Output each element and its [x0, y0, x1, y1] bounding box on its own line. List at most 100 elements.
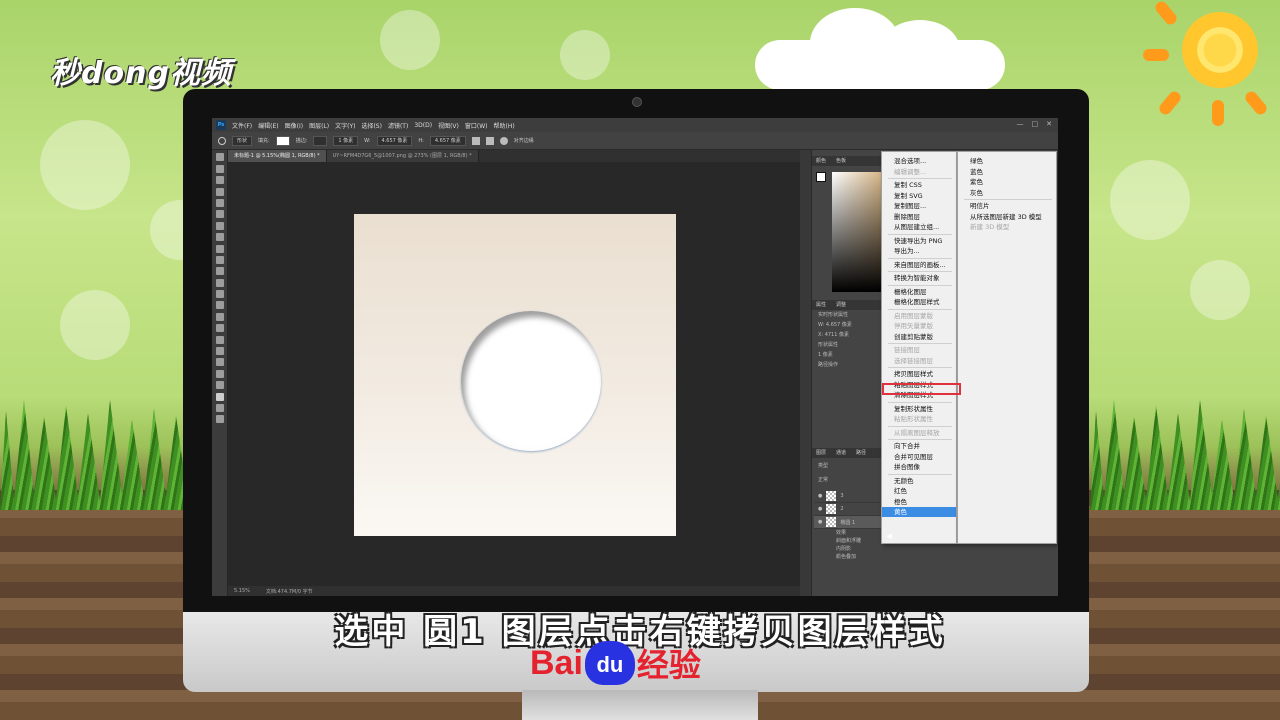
- marquee-tool-icon[interactable]: [215, 164, 224, 173]
- crop-tool-icon[interactable]: [215, 198, 224, 207]
- tab-channels[interactable]: 通道: [836, 448, 846, 458]
- blend-mode-select[interactable]: 正常: [818, 476, 828, 483]
- context-menu-item[interactable]: 栅格化图层: [882, 287, 956, 297]
- menu-layer[interactable]: 图层(L): [309, 121, 329, 130]
- context-menu-item[interactable]: 创建剪贴蒙版: [882, 332, 956, 342]
- effect-row[interactable]: 颜色叠加: [814, 553, 964, 561]
- minimize-icon[interactable]: —: [1017, 120, 1024, 128]
- menu-filter[interactable]: 滤镜(T): [388, 121, 408, 130]
- healing-tool-icon[interactable]: [215, 221, 224, 230]
- menu-view[interactable]: 视图(V): [438, 121, 459, 130]
- eraser-tool-icon[interactable]: [215, 267, 224, 276]
- tab-color[interactable]: 颜色: [816, 156, 826, 166]
- blur-tool-icon[interactable]: [215, 290, 224, 299]
- tab-layers[interactable]: 图层: [816, 448, 826, 458]
- context-menu-item[interactable]: 混合选项...: [882, 156, 956, 166]
- context-menu-item[interactable]: 复制形状属性: [882, 404, 956, 414]
- context-menu-item[interactable]: 导出为...: [882, 246, 956, 256]
- stroke-swatch[interactable]: [313, 135, 328, 146]
- context-menu-item[interactable]: 复制 SVG: [882, 191, 956, 201]
- close-icon[interactable]: ✕: [1046, 120, 1052, 128]
- context-menu-item[interactable]: 红色: [882, 486, 956, 496]
- quick-mask-icon[interactable]: [215, 403, 224, 412]
- menu-window[interactable]: 窗口(W): [465, 121, 488, 130]
- context-menu-item[interactable]: 蓝色: [958, 167, 1056, 177]
- context-menu-item[interactable]: 紫色: [958, 177, 1056, 187]
- context-menu-item[interactable]: 无颜色: [882, 476, 956, 486]
- canvas-area[interactable]: [228, 162, 800, 586]
- tab-untitled-1[interactable]: 未标题-1 @ 5.15%(椭圆 1, RGB/8) *: [228, 150, 327, 162]
- pen-tool-icon[interactable]: [215, 312, 224, 321]
- menu-help[interactable]: 帮助(H): [494, 121, 515, 130]
- menu-type[interactable]: 文字(Y): [335, 121, 355, 130]
- stamp-tool-icon[interactable]: [215, 244, 224, 253]
- eye-icon[interactable]: ●: [818, 519, 822, 525]
- context-menu-item[interactable]: 转换为智能对象: [882, 273, 956, 283]
- tool-mode-select[interactable]: 形状: [232, 135, 253, 146]
- zoom-tool-icon[interactable]: [215, 369, 224, 378]
- path-align-icon[interactable]: [485, 136, 494, 145]
- width-field[interactable]: 4.657 像素: [376, 135, 413, 146]
- gradient-tool-icon[interactable]: [215, 278, 224, 287]
- context-menu-item[interactable]: 快速导出为 PNG: [882, 236, 956, 246]
- tab-png-document[interactable]: UY~RFM4D7G6_5@1007.png @ 273% (图层 1, RGB…: [326, 150, 479, 162]
- maximize-icon[interactable]: □: [1032, 120, 1039, 128]
- move-tool-icon[interactable]: [215, 153, 224, 162]
- context-menu-item[interactable]: 灰色: [958, 188, 1056, 198]
- tab-adjustments[interactable]: 调整: [836, 300, 846, 310]
- magic-wand-tool-icon[interactable]: [215, 187, 224, 196]
- menu-3d[interactable]: 3D(D): [414, 122, 432, 129]
- context-menu-item[interactable]: 拷贝图层样式: [882, 369, 956, 379]
- document-canvas[interactable]: [354, 214, 676, 536]
- menu-file[interactable]: 文件(F): [232, 121, 252, 130]
- menu-edit[interactable]: 编辑(E): [258, 121, 278, 130]
- context-menu-item[interactable]: 复制 CSS: [882, 180, 956, 190]
- context-menu-item[interactable]: 复制图层...: [882, 201, 956, 211]
- ellipse-tool-icon[interactable]: [218, 136, 226, 145]
- dodge-tool-icon[interactable]: [215, 301, 224, 310]
- lasso-tool-icon[interactable]: [215, 176, 224, 185]
- screen-mode-icon[interactable]: [215, 415, 224, 424]
- menu-select[interactable]: 选择(S): [361, 121, 382, 130]
- effect-row[interactable]: 内阴影: [814, 545, 964, 553]
- layers-filter[interactable]: 类型: [818, 462, 828, 469]
- tab-swatches[interactable]: 色板: [836, 156, 846, 166]
- tab-properties[interactable]: 属性: [816, 300, 826, 310]
- context-menu-item[interactable]: 合并可见图层: [882, 452, 956, 462]
- more-tools-icon[interactable]: [215, 381, 224, 390]
- tab-paths[interactable]: 路径: [856, 448, 866, 458]
- shape-tool-icon[interactable]: [215, 347, 224, 356]
- context-menu-item[interactable]: 绿色: [958, 156, 1056, 166]
- hand-tool-icon[interactable]: [215, 358, 224, 367]
- context-menu-item[interactable]: 从所选图层新建 3D 模型: [958, 212, 1056, 222]
- ellipse-1-shape[interactable]: [461, 311, 601, 451]
- eye-icon[interactable]: ●: [818, 493, 822, 499]
- photoshop-app-icon: Ps: [216, 120, 226, 130]
- height-field[interactable]: 4.657 像素: [429, 135, 466, 146]
- gear-icon[interactable]: [499, 136, 508, 145]
- context-menu-item[interactable]: 删除图层: [882, 212, 956, 222]
- context-menu-item[interactable]: 从图层建立组...: [882, 222, 956, 232]
- context-menu-item[interactable]: 来自图层的画板...: [882, 260, 956, 270]
- bokeh-light: [60, 290, 130, 360]
- context-menu-item[interactable]: 向下合并: [882, 441, 956, 451]
- type-tool-icon[interactable]: [215, 324, 224, 333]
- fill-swatch[interactable]: [275, 135, 290, 146]
- history-brush-tool-icon[interactable]: [215, 255, 224, 264]
- context-menu-item[interactable]: 明信片: [958, 201, 1056, 211]
- brush-tool-icon[interactable]: [215, 233, 224, 242]
- layer-name: 3: [840, 493, 844, 499]
- context-menu-item[interactable]: 拼合图像: [882, 462, 956, 472]
- eyedropper-tool-icon[interactable]: [215, 210, 224, 219]
- color-swatch-icon[interactable]: [215, 392, 224, 401]
- context-menu-item[interactable]: 橙色: [882, 497, 956, 507]
- align-edges-checkbox[interactable]: 对齐边缘: [514, 137, 534, 144]
- eye-icon[interactable]: ●: [818, 506, 822, 512]
- menu-image[interactable]: 图像(I): [285, 121, 303, 130]
- context-menu-item[interactable]: 黄色: [882, 507, 956, 517]
- foreground-swatch[interactable]: [816, 172, 826, 182]
- stroke-width-field[interactable]: 1 像素: [333, 135, 359, 146]
- path-select-tool-icon[interactable]: [215, 335, 224, 344]
- path-ops-icon[interactable]: [471, 136, 480, 145]
- context-menu-item[interactable]: 栅格化图层样式: [882, 297, 956, 307]
